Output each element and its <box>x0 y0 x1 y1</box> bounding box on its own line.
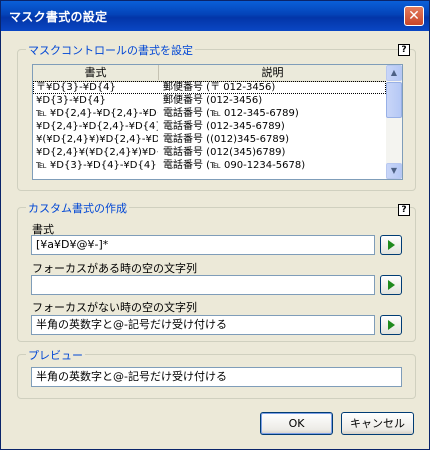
empty-focus-insert-button[interactable] <box>380 275 402 295</box>
column-header-description[interactable]: 説明 <box>159 65 386 80</box>
format-cell: ℡ ¥D{2,4}-¥D{2,4}-¥D{4} <box>36 108 158 119</box>
empty-nofocus-label: フォーカスがない時の空の文字列 <box>32 301 197 314</box>
custom-format-group-label: カスタム書式の作成 <box>26 200 129 216</box>
description-cell: 電話番号 (℡ 012-345-6789) <box>163 108 299 119</box>
empty-nofocus-insert-button[interactable] <box>380 315 402 335</box>
empty-nofocus-input[interactable]: 半角の英数字と@-記号だけ受け付ける <box>31 315 375 335</box>
help-icon[interactable]: ? <box>398 44 410 56</box>
format-cell: ¥D{3}-¥D{4} <box>36 95 106 106</box>
format-cell: ℡ ¥D{3}-¥D{4}-¥D{4} <box>36 160 157 171</box>
description-cell: 電話番号 (012-345-6789) <box>163 121 285 132</box>
list-item[interactable]: ℡ ¥D{2,4}-¥D{2,4}-¥D{4} 電話番号 (℡ 012-345-… <box>33 107 386 120</box>
list-header: 書式 説明 <box>33 65 386 82</box>
mask-format-dialog: マスク書式の設定 ✕ マスクコントロールの書式を設定 ? 書式 説明 〒¥D{3… <box>0 0 430 450</box>
format-cell: ¥D{2,4}¥(¥D{2,4}¥)¥D{4} <box>36 147 158 158</box>
window-title: マスク書式の設定 <box>9 10 108 24</box>
preview-group-label: プレビュー <box>26 347 85 363</box>
empty-focus-label: フォーカスがある時の空の文字列 <box>32 262 197 275</box>
format-input[interactable]: [¥a¥D¥@¥-]* <box>31 235 375 255</box>
list-item[interactable]: ℡ ¥D{3}-¥D{4}-¥D{4} 電話番号 (℡ 090-1234-567… <box>33 159 386 172</box>
list-rows: 〒¥D{3}-¥D{4} 郵便番号 (〒 012-3456) ¥D{3}-¥D{… <box>33 81 386 172</box>
cancel-button[interactable]: キャンセル <box>341 412 414 435</box>
format-cell: 〒¥D{3}-¥D{4} <box>36 82 116 93</box>
preview-field: 半角の英数字と@-記号だけ受け付ける <box>31 367 402 387</box>
format-list[interactable]: 書式 説明 〒¥D{3}-¥D{4} 郵便番号 (〒 012-3456) ¥D{… <box>32 64 403 180</box>
list-scrollbar[interactable]: ▲ ▼ <box>386 65 402 179</box>
list-item[interactable]: ¥D{2,4}¥(¥D{2,4}¥)¥D{4} 電話番号 (012(345)67… <box>33 146 386 159</box>
empty-focus-input[interactable] <box>31 275 375 295</box>
format-insert-button[interactable] <box>380 235 402 255</box>
description-cell: 郵便番号 (〒 012-3456) <box>163 82 276 93</box>
description-cell: 電話番号 (℡ 090-1234-5678) <box>163 160 306 171</box>
help-icon[interactable]: ? <box>398 204 410 216</box>
scroll-down-button[interactable]: ▼ <box>386 163 402 179</box>
list-item[interactable]: ¥D{2,4}-¥D{2,4}-¥D{4} 電話番号 (012-345-6789… <box>33 120 386 133</box>
column-header-format[interactable]: 書式 <box>33 65 159 80</box>
scroll-up-button[interactable]: ▲ <box>386 65 402 81</box>
list-item[interactable]: 〒¥D{3}-¥D{4} 郵便番号 (〒 012-3456) <box>33 81 386 94</box>
description-cell: 電話番号 ((012)345-6789) <box>163 134 290 145</box>
list-item[interactable]: ¥D{3}-¥D{4} 郵便番号 (012-3456) <box>33 94 386 107</box>
format-cell: ¥(¥D{2,4}¥)¥D{2,4}-¥D{4} <box>36 134 158 145</box>
ok-button[interactable]: OK <box>260 412 333 435</box>
list-item[interactable]: ¥(¥D{2,4}¥)¥D{2,4}-¥D{4} 電話番号 ((012)345-… <box>33 133 386 146</box>
close-button[interactable]: ✕ <box>404 6 424 26</box>
description-cell: 電話番号 (012(345)6789) <box>163 147 286 158</box>
format-cell: ¥D{2,4}-¥D{2,4}-¥D{4} <box>36 121 158 132</box>
mask-format-group-label: マスクコントロールの書式を設定 <box>26 42 195 58</box>
title-bar: マスク書式の設定 ✕ <box>1 1 429 31</box>
scroll-thumb[interactable] <box>386 82 402 118</box>
description-cell: 郵便番号 (012-3456) <box>163 95 263 106</box>
